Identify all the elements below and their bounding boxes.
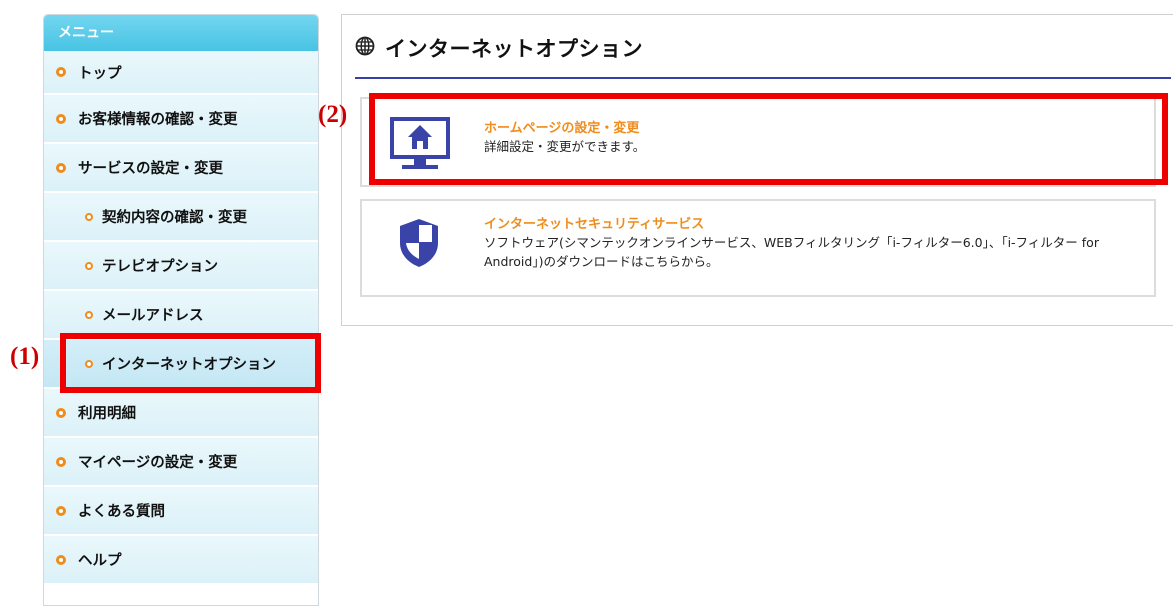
- sidebar-item-customer-info[interactable]: お客様情報の確認・変更: [44, 95, 318, 144]
- step-1-label: (1): [10, 343, 40, 370]
- globe-icon: [355, 36, 375, 56]
- sidebar-item-label: メールアドレス: [102, 308, 204, 324]
- bullet-icon: [56, 407, 66, 418]
- sidebar-item-label: サービスの設定・変更: [78, 161, 223, 177]
- sidebar-item-tv-option[interactable]: テレビオプション: [44, 242, 318, 291]
- bullet-icon: [85, 261, 93, 270]
- page-header: インターネットオプション: [355, 33, 1171, 79]
- bullet-icon: [56, 162, 66, 173]
- card-description: ソフトウェア(シマンテックオンラインサービス、WEBフィルタリング「i-フィルタ…: [484, 235, 1099, 269]
- sidebar-item-label: よくある質問: [78, 504, 165, 520]
- sidebar-item-label: ヘルプ: [78, 553, 122, 569]
- sidebar-item-label: 利用明細: [78, 406, 136, 422]
- sidebar-item-faq[interactable]: よくある質問: [44, 487, 318, 536]
- card-security-service[interactable]: インターネットセキュリティサービス ソフトウェア(シマンテックオンラインサービス…: [360, 199, 1156, 297]
- bullet-icon: [56, 113, 66, 124]
- sidebar-menu: メニュー トップ お客様情報の確認・変更 サービスの設定・変更 契約内容の確認・…: [43, 14, 319, 606]
- sidebar-item-label: テレビオプション: [102, 259, 218, 275]
- sidebar-item-help[interactable]: ヘルプ: [44, 536, 318, 585]
- sidebar-item-contract[interactable]: 契約内容の確認・変更: [44, 193, 318, 242]
- sidebar-item-top[interactable]: トップ: [44, 51, 318, 95]
- bullet-icon: [85, 310, 93, 319]
- sidebar-item-label: お客様情報の確認・変更: [78, 112, 238, 128]
- sidebar-item-label: マイページの設定・変更: [78, 455, 238, 471]
- sidebar-item-label: 契約内容の確認・変更: [102, 210, 247, 226]
- step-2-highlight: [369, 93, 1168, 185]
- bullet-icon: [56, 505, 66, 516]
- sidebar-header: メニュー: [44, 15, 318, 51]
- sidebar-item-label: トップ: [78, 65, 122, 82]
- sidebar-item-billing[interactable]: 利用明細: [44, 389, 318, 438]
- bullet-icon: [56, 67, 66, 77]
- bullet-icon: [56, 456, 66, 467]
- sidebar-item-mypage-settings[interactable]: マイページの設定・変更: [44, 438, 318, 487]
- step-1-highlight: [60, 333, 321, 393]
- bullet-icon: [56, 554, 66, 565]
- card-title[interactable]: インターネットセキュリティサービス: [484, 213, 704, 232]
- sidebar-item-service-settings[interactable]: サービスの設定・変更: [44, 144, 318, 193]
- step-2-label: (2): [318, 101, 348, 128]
- page-title: インターネットオプション: [385, 37, 643, 61]
- security-shield-icon: [400, 219, 438, 267]
- bullet-icon: [85, 212, 93, 221]
